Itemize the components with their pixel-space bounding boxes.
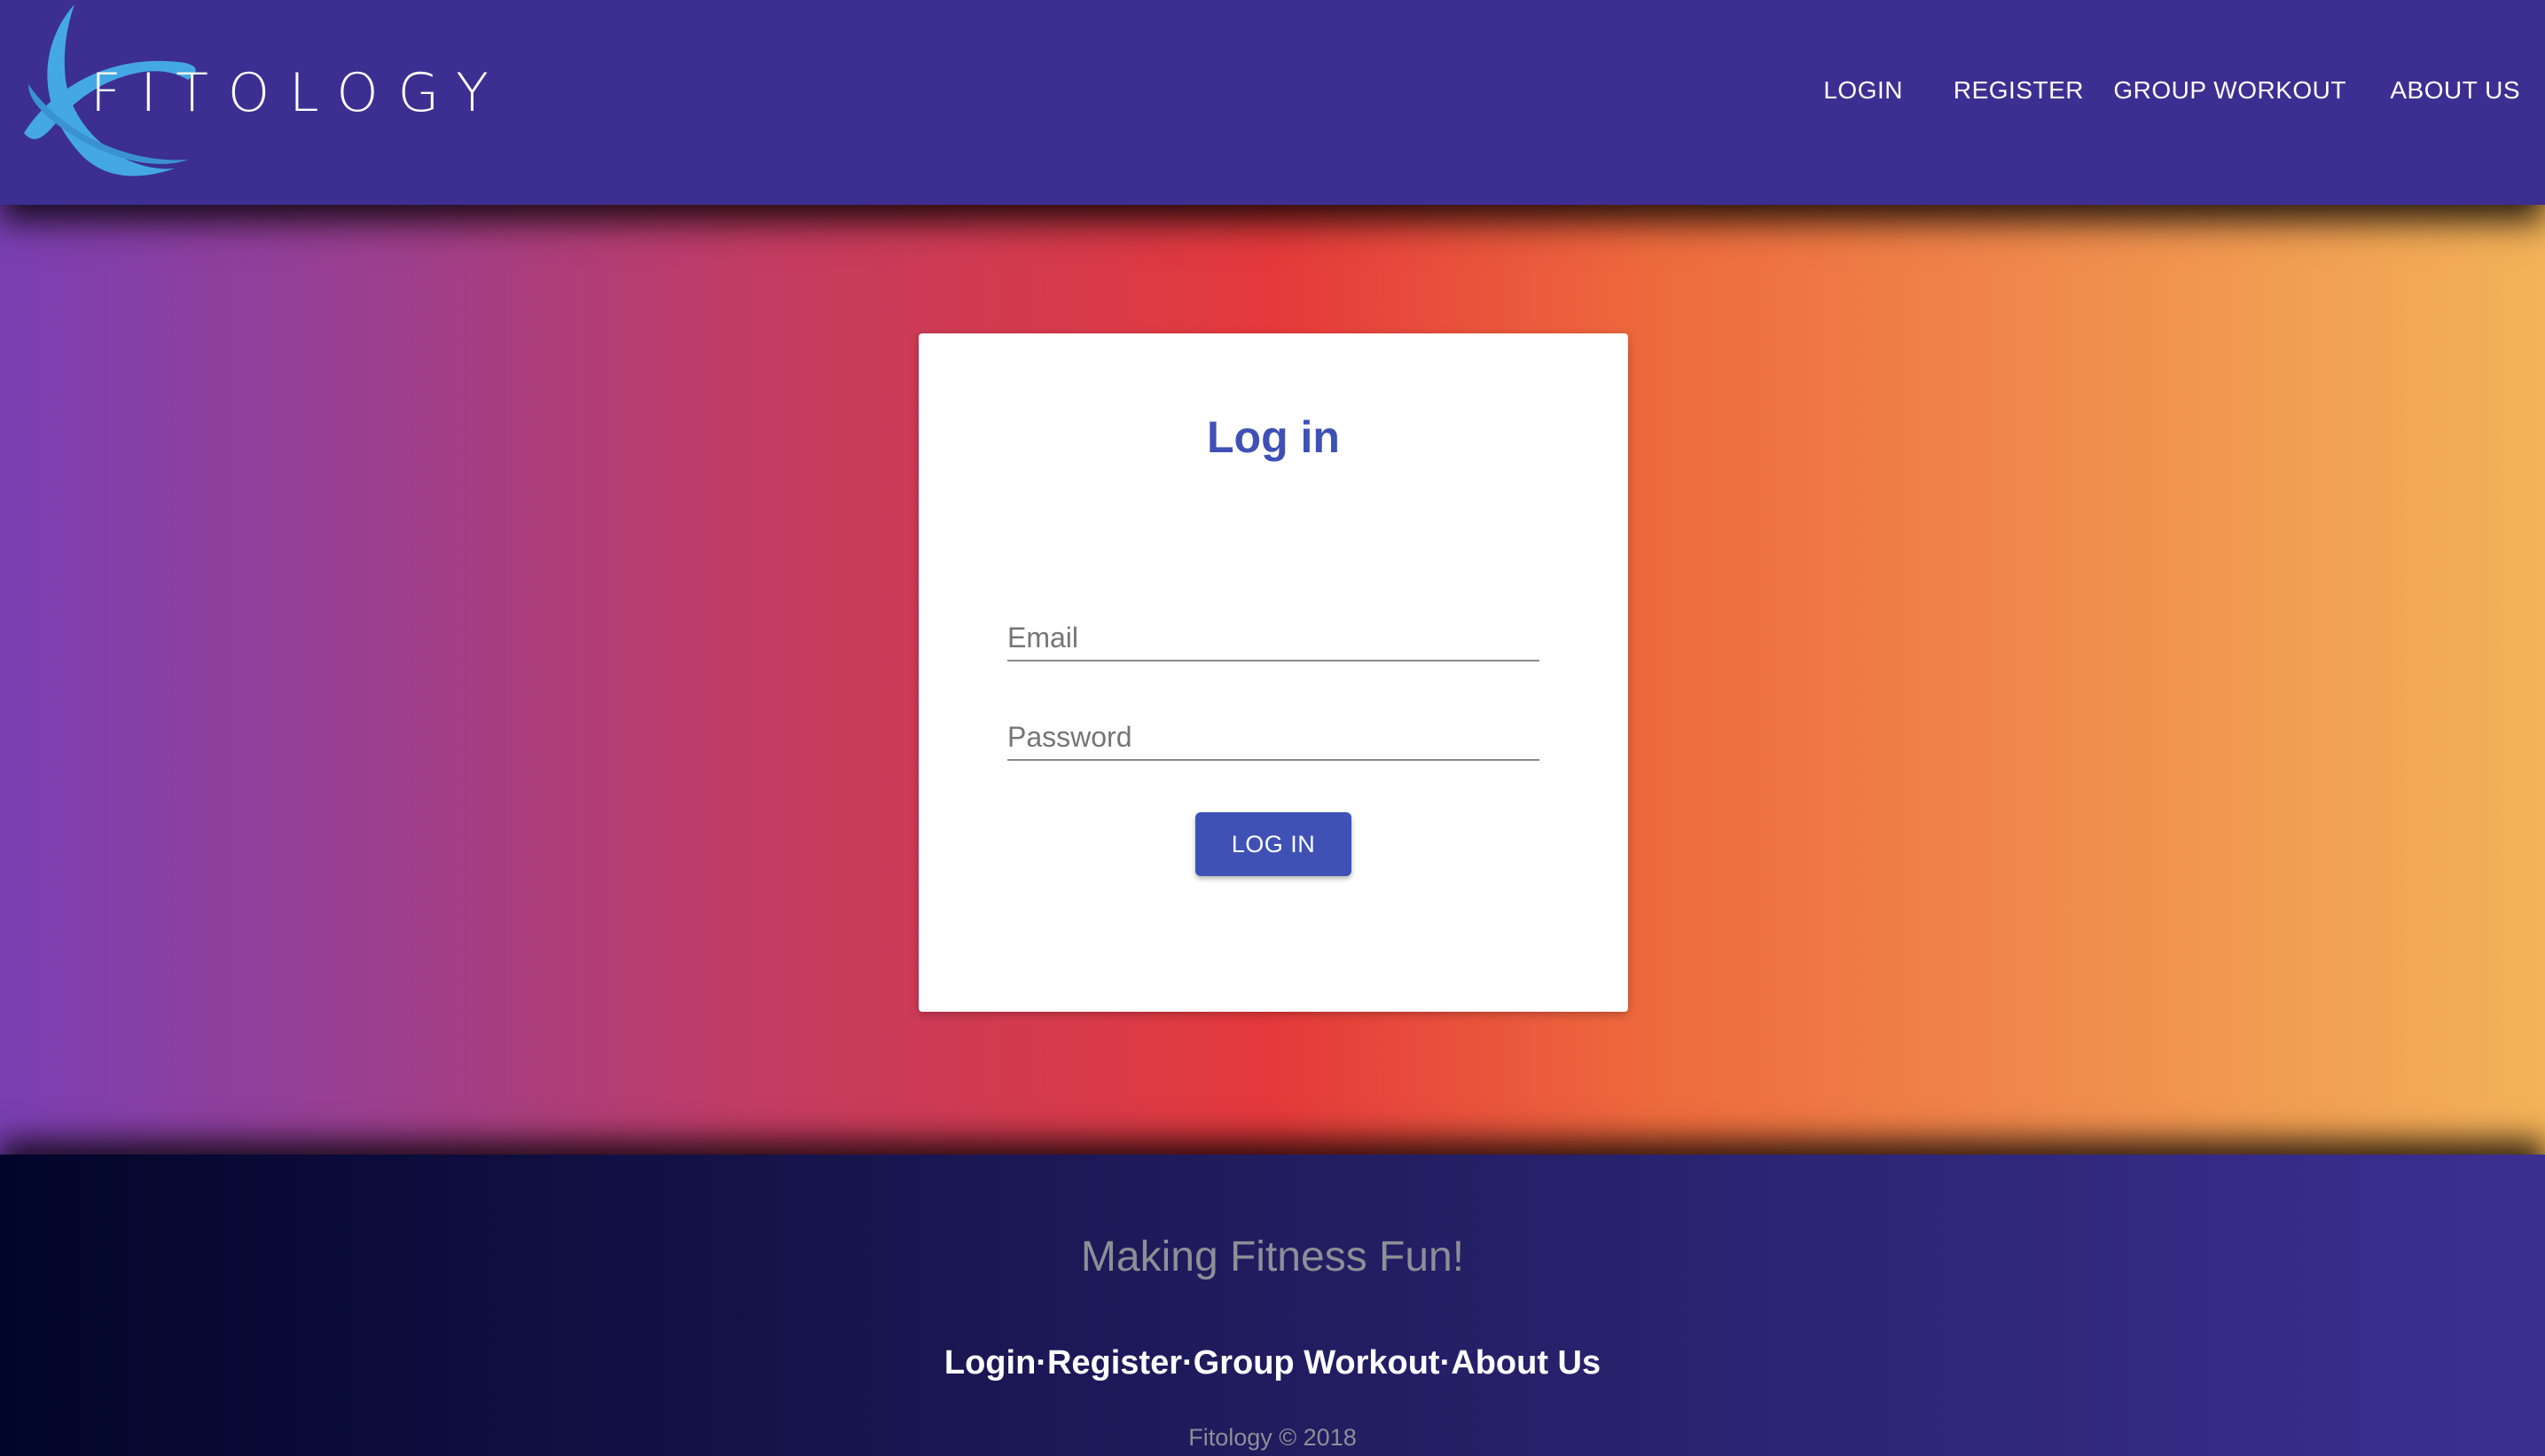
login-title: Log in <box>1207 412 1340 462</box>
nav-login[interactable]: LOGIN <box>1823 76 1903 105</box>
nav-register[interactable]: REGISTER <box>1954 76 2084 105</box>
footer-tagline: Making Fitness Fun! <box>1080 1233 1465 1280</box>
site-footer: Making Fitness Fun! Login·Register·Group… <box>0 1155 2545 1456</box>
nav-about-us[interactable]: ABOUT US <box>2390 76 2520 105</box>
footer-copyright: Fitology © 2018 <box>1188 1424 1357 1451</box>
site-header: FITOLOGY LOGIN REGISTER GROUP WORKOUT AB… <box>0 0 2545 205</box>
footer-link-about-us[interactable]: About Us <box>1451 1344 1601 1382</box>
fitology-logo[interactable]: FITOLOGY <box>20 0 489 182</box>
logo-text: FITOLOGY <box>90 62 508 124</box>
email-field[interactable] <box>1007 622 1539 654</box>
footer-links: Login·Register·Group Workout·About Us <box>0 1344 2545 1382</box>
password-field[interactable] <box>1007 721 1539 754</box>
footer-link-group-workout[interactable]: Group Workout <box>1194 1344 1440 1382</box>
footer-separator: · <box>1439 1344 1452 1382</box>
footer-separator: · <box>1182 1344 1194 1382</box>
footer-link-login[interactable]: Login <box>944 1344 1036 1382</box>
footer-link-register[interactable]: Register <box>1047 1344 1182 1382</box>
email-field-wrapper <box>1007 599 1539 661</box>
password-field-wrapper <box>1007 699 1539 761</box>
login-button[interactable]: LOG IN <box>1195 812 1351 876</box>
nav-group-workout[interactable]: GROUP WORKOUT <box>2113 76 2346 105</box>
login-card: Log in LOG IN <box>919 333 1628 1012</box>
footer-separator: · <box>1036 1344 1047 1382</box>
